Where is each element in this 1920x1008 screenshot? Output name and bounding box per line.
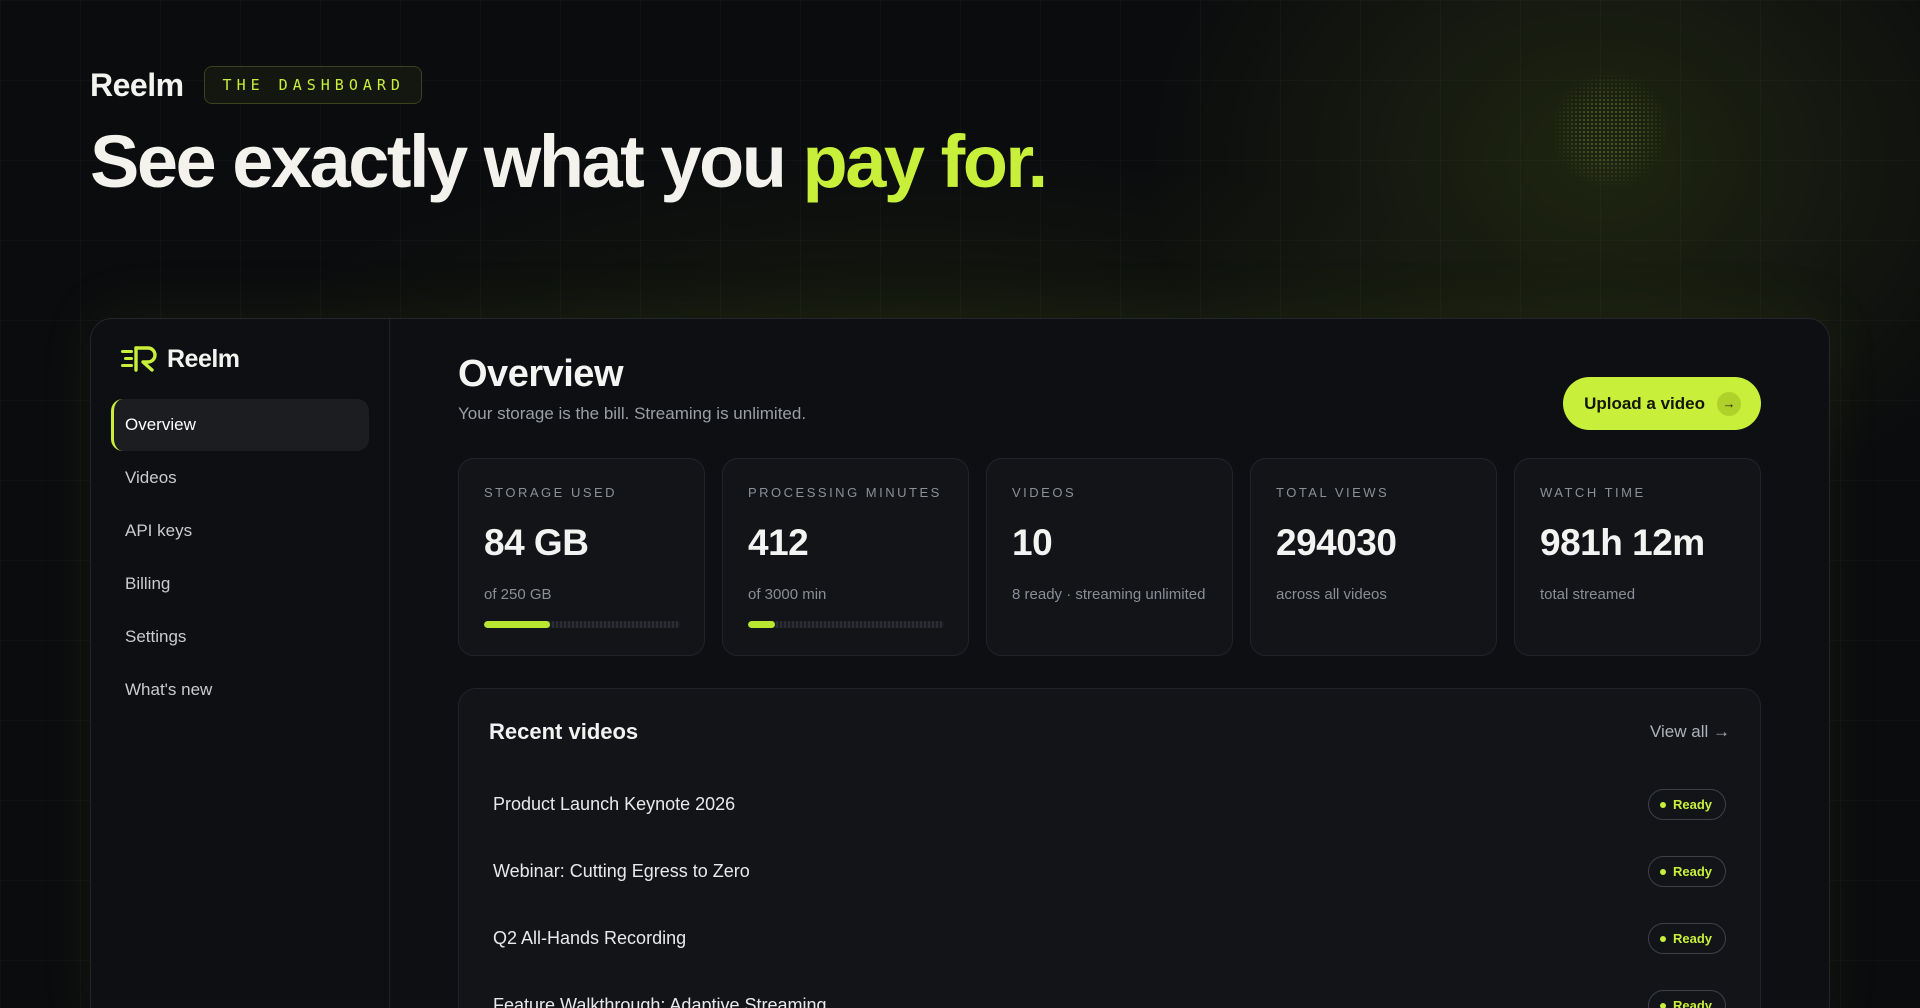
hero-title-main: See exactly what you: [90, 120, 787, 203]
stat-label: Videos: [1012, 485, 1077, 500]
main-content: Overview Your storage is the bill. Strea…: [390, 319, 1829, 1008]
hero-header: Reelm THE DASHBOARD: [90, 66, 422, 104]
status-text: Ready: [1672, 797, 1712, 812]
video-title: Product Launch Keynote 2026: [493, 794, 736, 814]
stat-label: Storage used: [484, 485, 618, 500]
sidebar-logo[interactable]: Reelm: [111, 345, 369, 373]
storage-progress-fill: [484, 621, 550, 628]
status-text: Ready: [1672, 931, 1712, 946]
sidebar-item-whats-new[interactable]: What's new: [111, 664, 369, 716]
stat-card-storage: Storage used 84 GB of 250 GB: [458, 458, 705, 656]
stat-label: Total views: [1276, 485, 1390, 500]
sidebar-brand: Reelm: [167, 344, 240, 373]
stat-card-watch-time: Watch time 981h 12m total streamed: [1514, 458, 1761, 656]
list-item[interactable]: Product Launch Keynote 2026 Ready: [489, 771, 1730, 838]
dashboard-window: Reelm Overview Videos API keys Billing S…: [90, 318, 1830, 1008]
sidebar-item-videos[interactable]: Videos: [111, 452, 369, 504]
status-badge: Ready: [1647, 990, 1726, 1008]
stat-value: 84 GB: [484, 522, 589, 563]
list-item[interactable]: Webinar: Cutting Egress to Zero Ready: [489, 838, 1730, 905]
status-dot-icon: [1659, 935, 1666, 942]
processing-progress-bar: [748, 621, 944, 628]
status-dot-icon: [1659, 801, 1666, 808]
stat-note: of 3000 min: [748, 586, 827, 603]
stat-label: Watch time: [1540, 485, 1646, 500]
sidebar-item-api-keys[interactable]: API keys: [111, 505, 369, 557]
sidebar-item-overview[interactable]: Overview: [111, 399, 369, 451]
stat-card-videos: Videos 10 8 ready · streaming unlimited: [986, 458, 1233, 656]
video-title: Feature Walkthrough: Adaptive Streaming: [493, 995, 827, 1008]
reelm-logo-icon: [121, 346, 157, 372]
stat-value: 294030: [1276, 522, 1397, 563]
stat-label: Processing minutes: [748, 485, 942, 500]
hero-title-accent: pay for.: [802, 120, 1049, 203]
stat-card-processing: Processing minutes 412 of 3000 min: [722, 458, 969, 656]
list-item[interactable]: Q2 All-Hands Recording Ready: [489, 905, 1730, 972]
status-dot-icon: [1659, 868, 1666, 875]
stats-row: Storage used 84 GB of 250 GB Processing …: [458, 458, 1761, 656]
stat-note: total streamed: [1540, 586, 1636, 603]
arrow-right-icon: →: [1717, 391, 1741, 416]
status-text: Ready: [1672, 998, 1712, 1008]
stat-value: 412: [748, 522, 809, 563]
video-title: Webinar: Cutting Egress to Zero: [493, 861, 750, 881]
upload-video-label: Upload a video: [1584, 393, 1705, 413]
sidebar-item-settings[interactable]: Settings: [111, 611, 369, 663]
dashboard-pill: THE DASHBOARD: [203, 66, 422, 104]
processing-progress-fill: [748, 621, 775, 628]
recent-videos-panel: Recent videos View all → Product Launch …: [458, 688, 1761, 1008]
status-badge: Ready: [1647, 789, 1726, 820]
status-badge: Ready: [1647, 923, 1726, 954]
recent-videos-header: Recent videos View all →: [489, 719, 1730, 745]
hero-brand: Reelm: [90, 66, 184, 103]
status-text: Ready: [1672, 864, 1712, 879]
sidebar-nav: Overview Videos API keys Billing Setting…: [111, 399, 369, 716]
status-dot-icon: [1659, 1002, 1666, 1008]
stat-note: of 250 GB: [484, 586, 552, 603]
sidebar-item-billing[interactable]: Billing: [111, 558, 369, 610]
status-badge: Ready: [1647, 856, 1726, 887]
stat-note: 8 ready · streaming unlimited: [1012, 586, 1206, 603]
stat-note: across all videos: [1276, 586, 1387, 603]
stat-value: 10: [1012, 522, 1053, 563]
recent-videos-title: Recent videos: [489, 719, 639, 744]
stat-card-views: Total views 294030 across all videos: [1250, 458, 1497, 656]
hero-title: See exactly what you pay for.: [90, 124, 1090, 200]
video-title: Q2 All-Hands Recording: [493, 928, 687, 948]
stat-value: 981h 12m: [1540, 522, 1705, 563]
list-item[interactable]: Feature Walkthrough: Adaptive Streaming …: [489, 972, 1730, 1008]
sidebar: Reelm Overview Videos API keys Billing S…: [91, 319, 390, 1008]
view-all-link[interactable]: View all →: [1650, 722, 1730, 742]
dotted-orb-decoration: [1550, 70, 1670, 190]
storage-progress-bar: [484, 621, 680, 628]
upload-video-button[interactable]: Upload a video →: [1563, 377, 1761, 430]
